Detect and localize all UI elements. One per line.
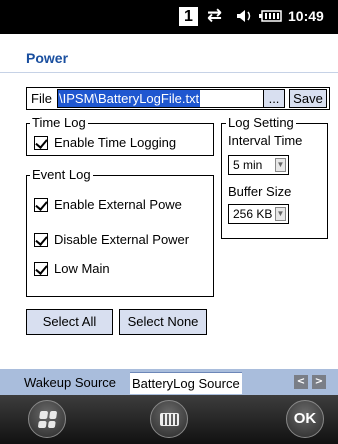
dropdown-arrow-icon: ▼ xyxy=(275,207,286,221)
interval-time-value: 5 min xyxy=(233,158,263,172)
tab-scroll-right-icon[interactable]: > xyxy=(312,375,326,389)
interval-time-label: Interval Time xyxy=(228,133,303,148)
keyboard-button[interactable] xyxy=(150,400,188,438)
checkbox-check-icon xyxy=(34,197,48,212)
low-main-checkbox[interactable]: Low Main xyxy=(34,261,110,276)
save-button[interactable]: Save xyxy=(289,89,327,108)
windows-logo-icon xyxy=(37,411,58,428)
checkbox-check-icon xyxy=(34,232,48,247)
tab-scroll-left-icon[interactable]: < xyxy=(294,375,308,389)
ok-label: OK xyxy=(293,410,317,427)
page-title: Power xyxy=(26,50,69,66)
dropdown-arrow-icon: ▼ xyxy=(275,158,286,172)
clock: 10:49 xyxy=(288,8,324,24)
checkbox-check-icon xyxy=(34,135,48,150)
file-row: File \IPSM\BatteryLogFile.txt ... Save xyxy=(26,87,330,110)
event-log-legend: Event Log xyxy=(30,167,93,182)
tab-strip: Wakeup Source BatteryLog Source < > xyxy=(0,369,338,395)
interval-time-select[interactable]: 5 min ▼ xyxy=(228,155,289,175)
checkbox-label: Disable External Power xyxy=(54,232,190,247)
battery-icon xyxy=(259,6,283,31)
file-path-input[interactable]: \IPSM\BatteryLogFile.txt xyxy=(57,89,276,108)
title-divider xyxy=(0,72,338,73)
select-all-button[interactable]: Select All xyxy=(26,309,113,335)
checkbox-check-icon xyxy=(34,261,48,276)
disable-external-power-checkbox[interactable]: Disable External Power xyxy=(34,232,189,247)
buffer-size-value: 256 KB xyxy=(233,207,273,221)
app-content: Power File \IPSM\BatteryLogFile.txt ... … xyxy=(0,34,338,369)
start-button[interactable] xyxy=(28,400,66,438)
buffer-size-select[interactable]: 256 KB ▼ xyxy=(228,204,289,224)
checkbox-label: Enable External Powe xyxy=(54,197,182,212)
notification-badge: 1 xyxy=(179,7,198,26)
status-bar: 1 ⇄ 10:49 xyxy=(0,0,338,34)
log-setting-legend: Log Setting xyxy=(226,115,296,130)
browse-button[interactable]: ... xyxy=(263,89,285,108)
checkbox-label: Enable Time Logging xyxy=(54,135,177,150)
select-none-button[interactable]: Select None xyxy=(119,309,207,335)
file-path-value: \IPSM\BatteryLogFile.txt xyxy=(58,90,201,107)
bottom-softkey-bar: OK xyxy=(0,395,338,444)
tab-batterylog-source[interactable]: BatteryLog Source xyxy=(130,372,242,394)
tab-wakeup-source[interactable]: Wakeup Source xyxy=(22,372,118,394)
enable-time-logging-checkbox[interactable]: Enable Time Logging xyxy=(34,135,176,150)
file-label: File xyxy=(31,91,52,106)
buffer-size-label: Buffer Size xyxy=(228,184,292,199)
sync-arrows-icon: ⇄ xyxy=(207,5,223,26)
enable-external-power-checkbox[interactable]: Enable External Powe xyxy=(34,197,182,212)
ok-button[interactable]: OK xyxy=(286,400,324,438)
time-log-legend: Time Log xyxy=(30,115,88,130)
checkbox-label: Low Main xyxy=(54,261,110,276)
speaker-icon xyxy=(235,6,255,31)
keyboard-icon xyxy=(160,413,179,426)
